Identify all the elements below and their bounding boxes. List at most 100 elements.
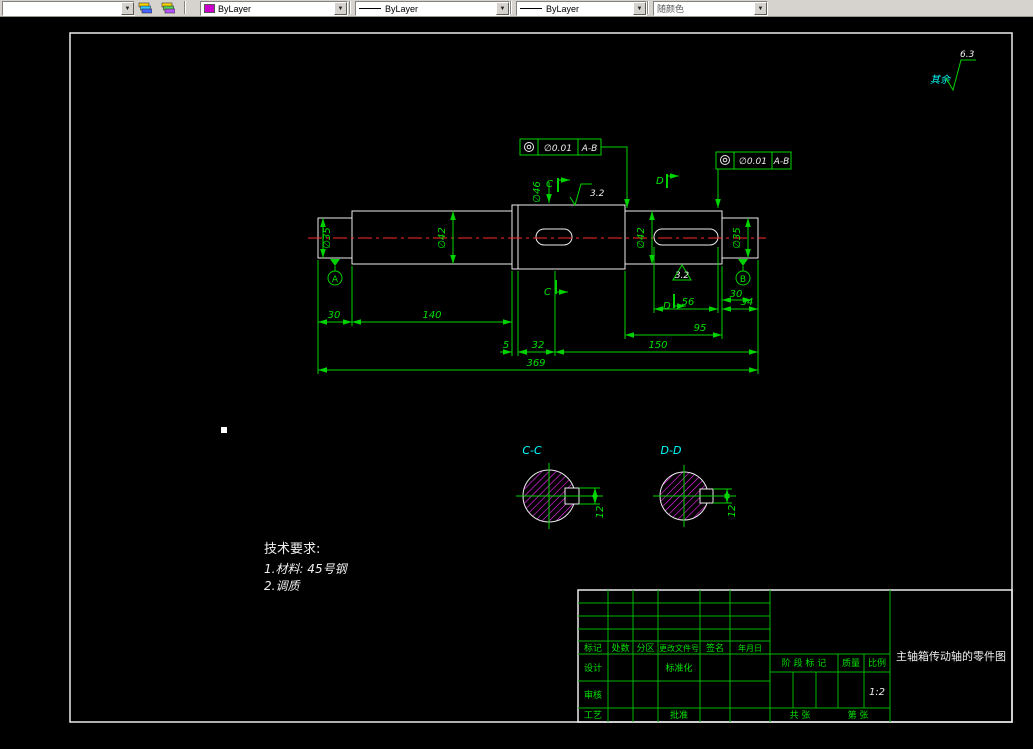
tech-title: 技术要求:: [264, 542, 320, 557]
dia-35-right: ∅35: [732, 227, 743, 248]
cut-label-c-bottom: C: [544, 287, 551, 298]
color-combo-arrow-icon[interactable]: ▼: [334, 2, 347, 15]
rev-col-date: 年月日: [738, 643, 762, 653]
section-view-cc: C-C 12: [516, 444, 606, 529]
dim-5: 5: [503, 340, 509, 351]
stage-label: 阶 段 标 记: [782, 657, 827, 669]
dim-32: 32: [532, 340, 545, 351]
gdt-tolerance: ∅0.01: [739, 157, 767, 167]
toolbar-separator: [647, 1, 649, 14]
datum-a: A: [327, 259, 343, 286]
cad-viewport[interactable]: ∅0.01 A-B ∅0.01 A-B A B C C D D 3.2 3.2 …: [0, 16, 1033, 744]
datum-triangle-icon: [738, 259, 748, 266]
roughness-value: 3.2: [675, 271, 690, 281]
datum-b: B: [735, 259, 751, 286]
rev-col-count: 处数: [611, 642, 629, 654]
mass-label: 质量: [842, 657, 860, 669]
section-view-dd: D-D 12: [653, 444, 738, 527]
color-combo-value: ByLayer: [218, 3, 252, 14]
roughness-note-corner: 其余 6.3: [930, 50, 976, 92]
sheet-total: 共 张: [790, 710, 811, 721]
dim-30-right: 30: [730, 289, 743, 300]
section-cut-marks: C C D D: [544, 173, 686, 312]
dia-35-left: ∅35: [322, 227, 333, 248]
color-swatch-icon: [204, 4, 215, 13]
rev-col-sign: 签名: [706, 642, 724, 654]
layer-combo[interactable]: ▼: [2, 1, 135, 16]
layer-previous-button[interactable]: [157, 0, 179, 15]
keyway-slot-c: [535, 228, 573, 246]
gdt-datum: A-B: [581, 144, 598, 154]
shaft-front-view: [308, 204, 766, 270]
keyway-slot-d: [653, 228, 719, 246]
tech-line-2: 2.调质: [264, 579, 301, 593]
datum-letter: A: [332, 275, 339, 285]
lineweight-combo-arrow-icon[interactable]: ▼: [633, 2, 646, 15]
toolbar-separator: [510, 1, 512, 14]
toolbar-separator: [349, 1, 351, 14]
dim-30-left: 30: [328, 310, 341, 321]
roughness-icon: [945, 59, 976, 92]
roughness-value: 3.2: [590, 189, 605, 199]
layers-icon: [138, 2, 152, 13]
linetype-sample-icon: [359, 8, 381, 9]
rev-col-mark: 标记: [584, 642, 602, 654]
toolbar-separator: [184, 1, 186, 14]
keyway-dim: 12: [727, 505, 738, 518]
part-drawing: ∅0.01 A-B ∅0.01 A-B A B C C D D 3.2 3.2 …: [69, 32, 1013, 723]
dim-34: 34: [741, 297, 754, 308]
properties-toolbar: ▼ ByLayer ▼ ByLayer ▼ ByLayer ▼ 随颜色 ▼: [0, 0, 1033, 17]
layer-previous-icon: [161, 2, 175, 13]
gdt-frame-2: ∅0.01 A-B: [715, 151, 792, 208]
role-check: 审核: [584, 689, 602, 701]
role-process: 工艺: [584, 710, 602, 721]
role-approve: 批准: [670, 709, 688, 721]
lineweight-combo-value: ByLayer: [546, 3, 580, 14]
role-standardize: 标准化: [665, 662, 692, 674]
rev-col-zone: 分区: [636, 643, 654, 654]
sheet-number: 第 张: [848, 709, 869, 721]
layer-combo-arrow-icon[interactable]: ▼: [121, 2, 134, 15]
rev-col-docno: 更改文件号: [659, 643, 699, 653]
cut-label-d-bottom: D: [663, 301, 671, 312]
role-design: 设计: [584, 662, 602, 674]
grip-point[interactable]: [221, 427, 227, 433]
lineweight-sample-icon: [520, 8, 542, 9]
section-label: D-D: [661, 444, 682, 457]
dimension-group: 30 140 5 32 150 369 56 34 30 95 ∅35 ∅42 …: [317, 181, 759, 374]
make-object-layer-current-button[interactable]: [134, 0, 156, 15]
dim-369: 369: [526, 358, 545, 369]
plotstyle-combo-value: 随颜色: [657, 4, 685, 14]
roughness-mark-keyway: 3.2: [672, 264, 692, 281]
dim-150: 150: [648, 340, 667, 351]
plotstyle-combo[interactable]: 随颜色 ▼: [653, 1, 768, 16]
linetype-combo-arrow-icon[interactable]: ▼: [496, 2, 509, 15]
gdt-datum: A-B: [773, 157, 790, 167]
section-label: C-C: [522, 444, 542, 457]
dia-42-left: ∅42: [437, 227, 448, 248]
scale-label: 比例: [868, 657, 886, 669]
roughness-icon: [569, 183, 592, 207]
linetype-combo-value: ByLayer: [385, 3, 419, 14]
plotstyle-combo-arrow-icon[interactable]: ▼: [754, 2, 767, 15]
concentricity-icon: [720, 155, 730, 165]
roughness-mark-top: 3.2: [569, 183, 605, 207]
drawing-title: 主轴箱传动轴的零件图: [896, 649, 1006, 663]
rest-label: 其余: [930, 74, 952, 86]
tech-line-1: 1.材料: 45号钢: [264, 562, 349, 576]
color-combo[interactable]: ByLayer ▼: [200, 1, 348, 16]
dim-140: 140: [422, 310, 441, 321]
roughness-value: 6.3: [960, 50, 975, 60]
dia-42-right: ∅42: [636, 227, 647, 248]
keyway-dim: 12: [595, 506, 606, 519]
dia-46: ∅46: [532, 181, 543, 202]
dim-56: 56: [682, 297, 695, 308]
scale-value: 1:2: [869, 687, 885, 698]
tech-requirements: 技术要求: 1.材料: 45号钢 2.调质: [264, 542, 349, 593]
dim-95: 95: [694, 323, 707, 334]
sheet-border: [69, 32, 1013, 723]
lineweight-combo[interactable]: ByLayer ▼: [516, 1, 647, 16]
gdt-tolerance: ∅0.01: [544, 144, 572, 154]
linetype-combo[interactable]: ByLayer ▼: [355, 1, 510, 16]
datum-letter: B: [740, 275, 746, 285]
